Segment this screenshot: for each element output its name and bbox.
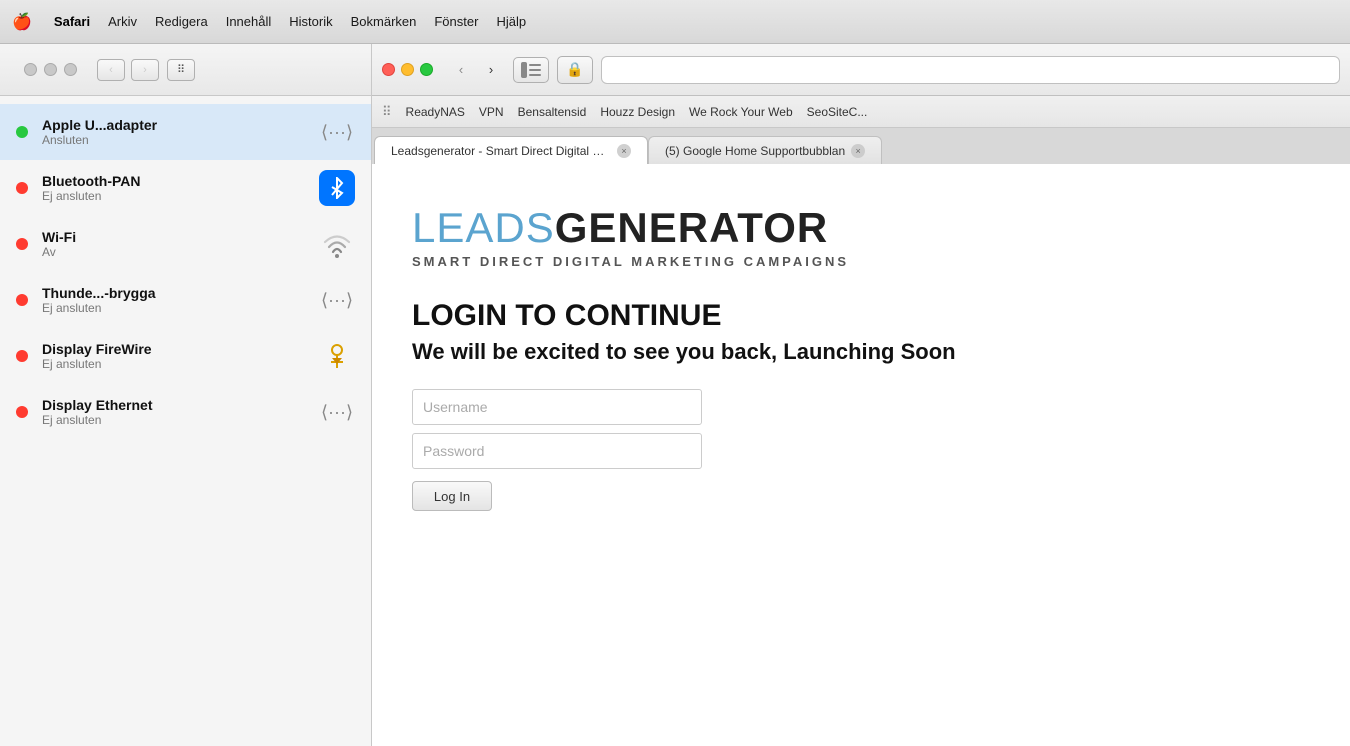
menu-fonster[interactable]: Fönster [434,14,478,29]
url-bar-container: 🔒 [557,56,1340,84]
ethernet-icon-dots: ⟨···⟩ [319,394,355,430]
login-heading: LOGIN TO CONTINUE [412,299,1310,333]
tab-close-2[interactable]: × [851,144,865,158]
bookmark-readynas[interactable]: ReadyNAS [406,105,465,119]
network-status: Ansluten [42,133,319,147]
safari-traffic-lights [382,63,433,76]
network-name-firewire: Display FireWire [42,341,319,357]
brand-logo: LEADSGENERATOR [412,204,1310,252]
menu-bokmarken[interactable]: Bokmärken [351,14,417,29]
network-status-wifi: Av [42,245,319,259]
thunderbolt-icon-dots: ⟨···⟩ [319,282,355,318]
status-dot-red-firewire [16,350,28,362]
bookmark-vpn[interactable]: VPN [479,105,504,119]
tab-label-2: (5) Google Home Supportbubblan [665,144,845,158]
safari-window: ‹ › 🔒 ⠿ ReadyNAS VPN Bensaltensid Houzz … [372,44,1350,746]
status-dot-red-thunder [16,294,28,306]
safari-back-button[interactable]: ‹ [447,57,475,83]
safari-toolbar: ‹ › 🔒 [372,44,1350,96]
tab-close-1[interactable]: × [617,144,631,158]
menu-historik[interactable]: Historik [289,14,332,29]
bookmark-werockweb[interactable]: We Rock Your Web [689,105,793,119]
status-dot-red [16,182,28,194]
bookmark-bensaltensid[interactable]: Bensaltensid [518,105,587,119]
username-input[interactable] [412,389,702,425]
network-item-apple[interactable]: Apple U...adapter Ansluten ⟨···⟩ [0,104,371,160]
menu-hjalp[interactable]: Hjälp [496,14,526,29]
apple-menu[interactable]: 🍎 [12,12,32,32]
url-bar[interactable] [601,56,1340,84]
tab-google-home[interactable]: (5) Google Home Supportbubblan × [648,136,882,164]
bookmarks-grid-icon[interactable]: ⠿ [382,104,392,120]
network-name-bluetooth: Bluetooth-PAN [42,173,319,189]
safari-forward-button[interactable]: › [477,57,505,83]
network-list: Apple U...adapter Ansluten ⟨···⟩ Bluetoo… [0,96,371,448]
login-subtext: We will be excited to see you back, Laun… [412,339,1310,365]
network-item-thunderbolt[interactable]: Thunde...-brygga Ej ansluten ⟨···⟩ [0,272,371,328]
safari-minimize-button[interactable] [401,63,414,76]
maximize-button[interactable] [64,63,77,76]
panel-toolbar: ‹ › ⠿ [0,44,371,96]
brand-tagline: SMART DIRECT DIGITAL MARKETING CAMPAIGNS [412,254,1310,269]
network-status-thunderbolt: Ej ansluten [42,301,319,315]
status-dot-green [16,126,28,138]
network-status-ethernet: Ej ansluten [42,413,319,427]
network-icon-dots: ⟨···⟩ [319,114,355,150]
network-name-ethernet: Display Ethernet [42,397,319,413]
firewire-icon [319,338,355,374]
login-form-container: LOGIN TO CONTINUE We will be excited to … [412,299,1310,511]
menu-innehall[interactable]: Innehåll [226,14,272,29]
safari-close-button[interactable] [382,63,395,76]
wifi-icon [319,226,355,262]
password-manager-button[interactable]: 🔒 [557,56,593,84]
network-name-wifi: Wi-Fi [42,229,319,245]
password-input[interactable] [412,433,702,469]
network-name: Apple U...adapter [42,117,319,133]
safari-navigation: ‹ › [447,57,505,83]
menu-bar: 🍎 Safari Arkiv Redigera Innehåll Histori… [0,0,1350,44]
network-panel: ‹ › ⠿ Apple U...adapter Ansluten ⟨···⟩ B… [0,44,372,746]
minimize-button[interactable] [44,63,57,76]
network-name-thunderbolt: Thunde...-brygga [42,285,319,301]
bluetooth-icon [319,170,355,206]
safari-maximize-button[interactable] [420,63,433,76]
bookmark-houzz[interactable]: Houzz Design [600,105,675,119]
back-button[interactable]: ‹ [97,59,125,81]
brand-container: LEADSGENERATOR SMART DIRECT DIGITAL MARK… [412,204,1310,269]
close-button[interactable] [24,63,37,76]
network-item-wifi[interactable]: Wi-Fi Av [0,216,371,272]
network-item-firewire[interactable]: Display FireWire Ej ansluten [0,328,371,384]
web-content: LEADSGENERATOR SMART DIRECT DIGITAL MARK… [372,164,1350,746]
forward-button[interactable]: › [131,59,159,81]
menu-redigera[interactable]: Redigera [155,14,208,29]
brand-leads-text: LEADS [412,204,555,251]
status-dot-red-wifi [16,238,28,250]
network-status-firewire: Ej ansluten [42,357,319,371]
login-button[interactable]: Log In [412,481,492,511]
tab-leadsgenerator[interactable]: Leadsgenerator - Smart Direct Digital M.… [374,136,648,164]
brand-generator-text: GENERATOR [555,204,828,251]
app-name[interactable]: Safari [54,14,90,29]
network-item-ethernet[interactable]: Display Ethernet Ej ansluten ⟨···⟩ [0,384,371,440]
tabs-bar: Leadsgenerator - Smart Direct Digital M.… [372,128,1350,164]
bookmark-seositec[interactable]: SeoSiteC... [807,105,868,119]
network-item-bluetooth[interactable]: Bluetooth-PAN Ej ansluten [0,160,371,216]
traffic-lights [12,63,89,76]
grid-button[interactable]: ⠿ [167,59,195,81]
network-status-bluetooth: Ej ansluten [42,189,319,203]
tab-label-1: Leadsgenerator - Smart Direct Digital M.… [391,144,611,158]
status-dot-red-ethernet [16,406,28,418]
menu-arkiv[interactable]: Arkiv [108,14,137,29]
sidebar-toggle-button[interactable] [513,57,549,83]
bookmarks-bar: ⠿ ReadyNAS VPN Bensaltensid Houzz Design… [372,96,1350,128]
